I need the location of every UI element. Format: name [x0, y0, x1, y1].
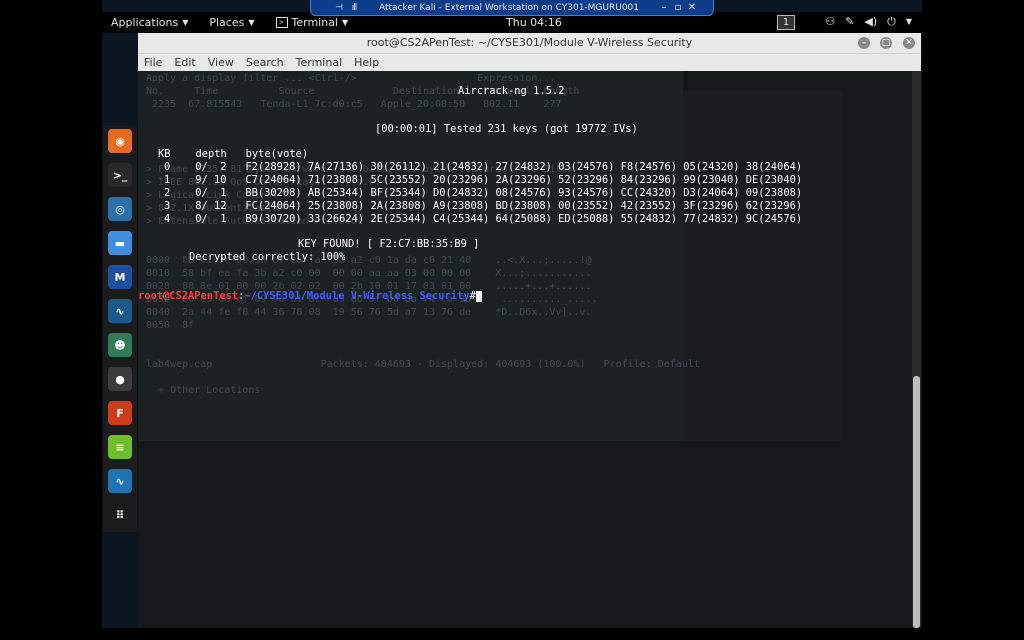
- terminal-scrollbar[interactable]: [912, 71, 921, 628]
- maltego-icon[interactable]: ●: [108, 367, 132, 391]
- faraday-icon[interactable]: F: [108, 401, 132, 425]
- chevron-down-icon: ▼: [182, 18, 189, 27]
- wireshark-icon[interactable]: ∿: [108, 299, 132, 323]
- ghost-line: Apply a display filter ... <Ctrl-/> Expr…: [146, 73, 556, 84]
- aircrack-status: [00:00:01] Tested 231 keys (got 19772 IV…: [375, 123, 638, 135]
- clock[interactable]: Thu 04:16: [506, 16, 562, 29]
- kb-table-header: KB depth byte(vote): [158, 148, 309, 160]
- folder-icon[interactable]: ▬: [108, 231, 132, 255]
- kb-row: 3 8/ 12 FC(24064) 25(23808) 2A(23808) A9…: [164, 200, 803, 212]
- minimize-button[interactable]: –: [858, 37, 870, 49]
- menu-search[interactable]: Search: [246, 56, 284, 69]
- places-menu[interactable]: Places ▼: [209, 16, 254, 29]
- menu-file[interactable]: File: [144, 56, 162, 69]
- ghost-line: 2235 67.815543 Tenda-L1_7c:d0:c5 Apple_2…: [146, 99, 562, 110]
- text-cursor: [475, 291, 482, 302]
- volume-icon[interactable]: ◀): [864, 15, 877, 29]
- terminal-area[interactable]: Apply a display filter ... <Ctrl-/> Expr…: [138, 71, 912, 628]
- terminal-icon[interactable]: >_: [108, 163, 132, 187]
- menu-view[interactable]: View: [208, 56, 234, 69]
- decrypted-line: Decrypted correctly: 100%: [189, 251, 346, 263]
- ghost-line: + Other Locations: [146, 385, 261, 396]
- scrollbar-thumb[interactable]: [913, 376, 920, 628]
- people-icon[interactable]: ⚇: [825, 15, 835, 29]
- terminal-app-label: Terminal: [291, 16, 339, 29]
- ghost-line: 0050 8f: [146, 320, 195, 331]
- maximize-button[interactable]: □: [880, 37, 892, 49]
- aircrack-header: Aircrack-ng 1.5.2: [458, 85, 565, 97]
- vm-title: Attacker Kali - External Workstation on …: [378, 2, 640, 13]
- shell-prompt: root@CS2APenTest:~/CYSE301/Module V-Wire…: [138, 290, 482, 302]
- terminal-small-icon: >: [275, 17, 288, 28]
- signal-icon: ıll: [351, 2, 358, 13]
- vm-restore-button[interactable]: ▫: [671, 2, 685, 13]
- vm-minimize-button[interactable]: –: [657, 2, 671, 13]
- notes-icon[interactable]: ≡: [108, 435, 132, 459]
- system-tray[interactable]: ⚇ ✎ ◀) ⏻ ▼: [825, 15, 912, 29]
- pin-icon[interactable]: ⊣: [333, 3, 345, 13]
- menu-bar: File Edit View Search Terminal Help: [138, 54, 921, 71]
- menu-edit[interactable]: Edit: [174, 56, 195, 69]
- menu-terminal[interactable]: Terminal: [296, 56, 343, 69]
- prompt-path: ~/CYSE301/Module V-Wireless Security: [244, 290, 470, 302]
- ghost-line: 0010 58 bf ea fa 3b a2 c0 00 00 00 aa aa…: [146, 268, 592, 279]
- window-titlebar[interactable]: root@CS2APenTest: ~/CYSE301/Module V-Wir…: [138, 33, 921, 54]
- menu-help[interactable]: Help: [354, 56, 379, 69]
- terminal-app-menu[interactable]: > Terminal ▼: [275, 16, 349, 29]
- app-grid-icon[interactable]: ⠿: [108, 503, 132, 527]
- pen-icon[interactable]: ✎: [845, 15, 854, 29]
- ghost-line: lab4wep.cap Packets: 404693 · Displayed:…: [146, 359, 700, 370]
- ghost-line: 0040 2a 44 fe f8 44 36 78 08 19 56 76 5d…: [146, 307, 592, 318]
- chevron-down-icon[interactable]: ▼: [906, 15, 912, 29]
- terminal-window: root@CS2APenTest: ~/CYSE301/Module V-Wir…: [138, 33, 921, 628]
- kb-row: 4 0/ 1 B9(30720) 33(26624) 2E(25344) C4(…: [164, 213, 803, 225]
- background-window-ghost: [683, 91, 843, 441]
- key-found-line: KEY FOUND! [ F2:C7:BB:35:B9 ]: [298, 238, 480, 250]
- kb-row: 1 9/ 10 C7(24064) 71(23808) 5C(23552) 20…: [164, 174, 803, 186]
- window-title: root@CS2APenTest: ~/CYSE301/Module V-Wir…: [366, 36, 693, 49]
- prompt-user: root@CS2APenTest: [138, 290, 239, 302]
- workspace-indicator[interactable]: 1: [777, 15, 795, 30]
- close-button[interactable]: ✕: [903, 37, 915, 49]
- applications-label: Applications: [111, 16, 179, 29]
- places-label: Places: [209, 16, 245, 29]
- chevron-down-icon: ▼: [248, 18, 255, 27]
- eye-icon[interactable]: ◎: [108, 197, 132, 221]
- chevron-down-icon: ▼: [342, 18, 349, 27]
- vm-close-button[interactable]: ✕: [685, 2, 699, 13]
- applications-menu[interactable]: Applications ▼: [111, 16, 188, 29]
- power-icon[interactable]: ⏻: [887, 15, 896, 29]
- kb-row: 2 0/ 1 BB(30208) AB(25344) BF(25344) D0(…: [164, 187, 803, 199]
- wireshark2-icon[interactable]: ∿: [108, 469, 132, 493]
- metasploit-icon[interactable]: M: [108, 265, 132, 289]
- kb-row: 0 0/ 2 F2(28928) 7A(27136) 30(26112) 21(…: [164, 161, 803, 173]
- person-icon[interactable]: ☻: [108, 333, 132, 357]
- dock: ◉ >_ ◎ ▬ M ∿ ☻ ● F ≡ ∿ ⠿: [103, 126, 137, 532]
- vm-toolbar: ⊣ ıll Attacker Kali - External Workstati…: [310, 0, 714, 16]
- firefox-icon[interactable]: ◉: [108, 129, 132, 153]
